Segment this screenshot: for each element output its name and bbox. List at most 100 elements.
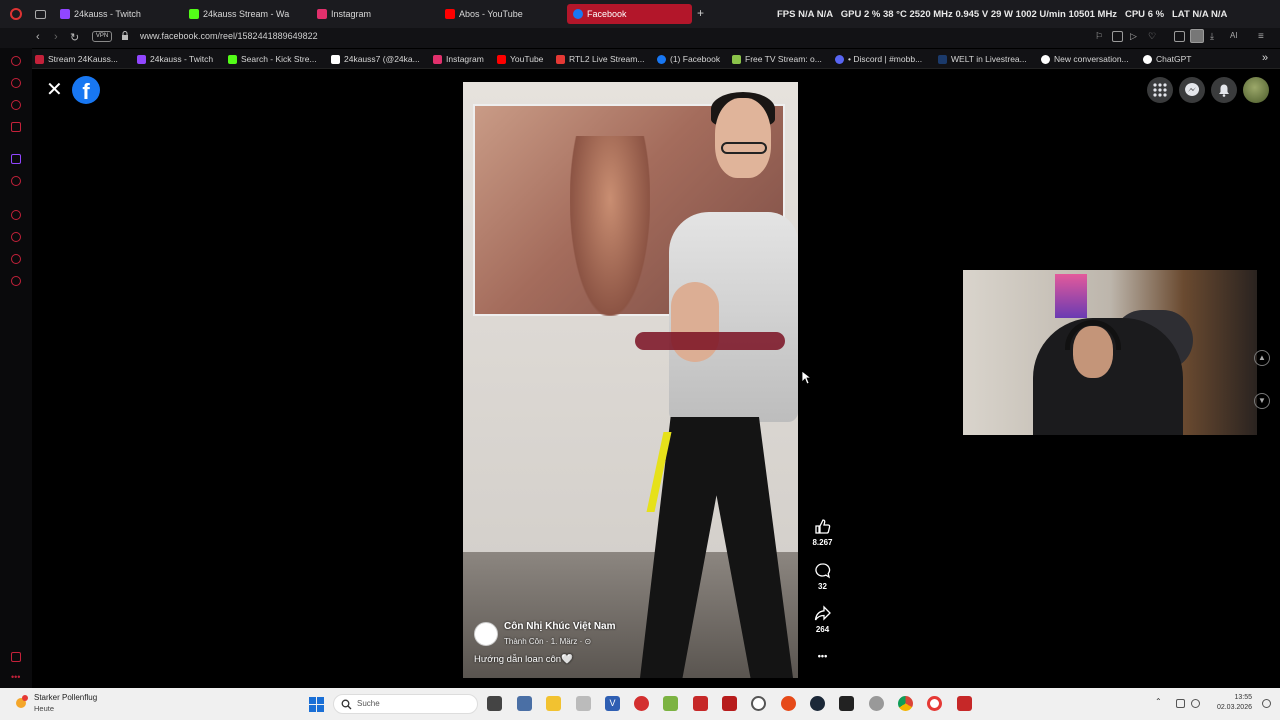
pollen-weather-icon[interactable] bbox=[13, 694, 29, 710]
bookmark-item[interactable]: (1) Facebook bbox=[657, 54, 720, 64]
vegas-icon[interactable]: V bbox=[605, 696, 620, 711]
sidebar-settings-icon[interactable] bbox=[11, 276, 21, 286]
close-icon[interactable]: ✕ bbox=[46, 80, 63, 100]
snapshot-icon[interactable] bbox=[1112, 31, 1123, 42]
bookmark-item[interactable]: Search - Kick Stre... bbox=[228, 54, 317, 64]
back-icon[interactable]: ‹ bbox=[36, 31, 40, 43]
sidebar-history-icon[interactable] bbox=[11, 232, 21, 242]
bookmark-item[interactable]: 24kauss - Twitch bbox=[137, 54, 213, 64]
ai-icon[interactable]: AI bbox=[1230, 31, 1246, 42]
tab-overview-icon[interactable] bbox=[35, 10, 46, 19]
bookmark-item[interactable]: Free TV Stream: o... bbox=[732, 54, 822, 64]
app-icon-rings[interactable] bbox=[751, 696, 766, 711]
bookmark-label: RTL2 Live Stream... bbox=[569, 54, 645, 64]
next-reel-button[interactable]: ▼ bbox=[1254, 393, 1270, 409]
reel-video[interactable] bbox=[463, 82, 798, 678]
tray-expand-icon[interactable]: ⌃ bbox=[1155, 697, 1162, 706]
bookmarks-more-label: » bbox=[1262, 52, 1269, 64]
opera-gx-icon[interactable] bbox=[927, 696, 942, 711]
share-icon[interactable] bbox=[814, 605, 831, 622]
tab-facebook[interactable]: Facebook bbox=[567, 4, 692, 24]
taskbar-clock[interactable]: 13:55 02.03.2026 bbox=[1206, 693, 1252, 713]
file-explorer-icon[interactable] bbox=[546, 696, 561, 711]
bookmark-item[interactable]: YouTube bbox=[497, 54, 543, 64]
sidebar-more-icon[interactable]: ••• bbox=[11, 672, 20, 682]
lock-icon[interactable] bbox=[121, 31, 129, 41]
media-app-icon[interactable] bbox=[634, 696, 649, 711]
app-icon-green[interactable] bbox=[663, 696, 678, 711]
notifications-icon[interactable] bbox=[1211, 77, 1237, 103]
task-view-icon[interactable] bbox=[487, 696, 502, 711]
app-icon-maroon[interactable] bbox=[722, 696, 737, 711]
sidebar-instagram-icon[interactable] bbox=[11, 100, 21, 110]
gpu-fan: 1002 U/min bbox=[1015, 9, 1066, 20]
lat-label: LAT bbox=[1171, 9, 1190, 20]
steam-icon[interactable] bbox=[810, 696, 825, 711]
bookmark-item[interactable]: WELT in Livestrea... bbox=[938, 54, 1027, 64]
bookmark-item[interactable]: New conversation... bbox=[1041, 54, 1129, 64]
sidebar-extensions-icon[interactable] bbox=[11, 254, 21, 264]
weather-title[interactable]: Starker Pollenflug bbox=[34, 693, 97, 702]
sidebar-player-icon[interactable] bbox=[11, 210, 21, 220]
vpn-badge[interactable]: VPN bbox=[92, 31, 112, 42]
sidebar-messenger-icon[interactable] bbox=[11, 78, 21, 88]
forward-icon[interactable]: › bbox=[54, 31, 58, 43]
bookmarks-more-button[interactable]: » bbox=[1262, 52, 1268, 64]
new-tab-button[interactable]: + bbox=[697, 7, 707, 19]
app-icon-gear[interactable] bbox=[869, 696, 884, 711]
calculator-icon[interactable] bbox=[517, 696, 532, 711]
sidebar-music-icon[interactable] bbox=[11, 122, 21, 132]
download-icon[interactable]: ⤓ bbox=[1210, 31, 1221, 42]
bookmark-item[interactable]: Instagram bbox=[433, 54, 484, 64]
lat-value: N/A bbox=[1192, 9, 1209, 20]
bookmark-favicon bbox=[835, 54, 844, 64]
menu-grid-icon[interactable] bbox=[1147, 77, 1173, 103]
notification-center-icon[interactable] bbox=[1262, 699, 1271, 708]
sidebar-youtube-icon[interactable] bbox=[11, 176, 21, 186]
previous-reel-button[interactable]: ▲ bbox=[1254, 350, 1270, 366]
url-field[interactable]: www.facebook.com/reel/1582441889649822 bbox=[140, 31, 318, 41]
tab-twitch[interactable]: 24kauss - Twitch bbox=[60, 4, 180, 24]
heart-icon[interactable]: ♡ bbox=[1148, 31, 1159, 42]
extensions-icon[interactable] bbox=[1174, 31, 1185, 42]
network-icon[interactable] bbox=[1176, 699, 1185, 708]
chrome-icon[interactable] bbox=[898, 696, 913, 711]
bookmark-item[interactable]: Stream 24Kauss... bbox=[35, 54, 118, 64]
like-icon[interactable] bbox=[814, 518, 831, 535]
more-options-icon[interactable]: ••• bbox=[806, 651, 839, 661]
sidebar-gx-icon[interactable] bbox=[11, 652, 21, 662]
tab-label: Instagram bbox=[331, 9, 372, 19]
windows-start-icon[interactable] bbox=[309, 697, 324, 712]
app-icon-orange[interactable] bbox=[781, 696, 796, 711]
bookmark-item[interactable]: ChatGPT bbox=[1143, 54, 1191, 64]
webcam-overlay bbox=[963, 270, 1257, 435]
page-avatar[interactable] bbox=[474, 622, 498, 646]
app-icon-red-square[interactable] bbox=[957, 696, 972, 711]
bookmark-favicon bbox=[938, 54, 947, 64]
sidebar-twitch-icon[interactable] bbox=[11, 154, 21, 164]
bookmark-item[interactable]: • Discord | #mobb... bbox=[835, 54, 922, 64]
tab-instagram[interactable]: Instagram bbox=[317, 4, 427, 24]
taskbar-search-input[interactable]: Suche bbox=[333, 694, 478, 714]
account-avatar[interactable] bbox=[1243, 77, 1269, 103]
tab-youtube[interactable]: Abos - YouTube bbox=[445, 4, 555, 24]
reload-icon[interactable]: ↻ bbox=[70, 31, 79, 44]
facebook-logo[interactable]: f bbox=[72, 76, 100, 104]
page-name-link[interactable]: Côn Nhị Khúc Việt Nam bbox=[504, 621, 616, 632]
bookmark-item[interactable]: 24kauss7 (@24ka... bbox=[331, 54, 420, 64]
opera-menu-icon[interactable] bbox=[10, 8, 22, 20]
bookmark-item[interactable]: RTL2 Live Stream... bbox=[556, 54, 644, 64]
sidebar-workspace-icon[interactable] bbox=[11, 56, 21, 66]
bookmark-icon[interactable]: ⚐ bbox=[1095, 31, 1106, 42]
play-icon[interactable]: ▷ bbox=[1130, 31, 1141, 42]
profile-avatar[interactable] bbox=[1190, 29, 1204, 43]
menu-icon[interactable]: ≡ bbox=[1258, 31, 1269, 42]
mouse-app-icon[interactable] bbox=[576, 696, 591, 711]
messenger-icon[interactable] bbox=[1179, 77, 1205, 103]
bookmark-favicon bbox=[1143, 54, 1152, 64]
app-icon-red[interactable] bbox=[693, 696, 708, 711]
app-icon-dark[interactable] bbox=[839, 696, 854, 711]
volume-icon[interactable] bbox=[1191, 699, 1200, 708]
tab-kick[interactable]: 24kauss Stream - Wa bbox=[189, 4, 301, 24]
comment-icon[interactable] bbox=[814, 562, 831, 579]
